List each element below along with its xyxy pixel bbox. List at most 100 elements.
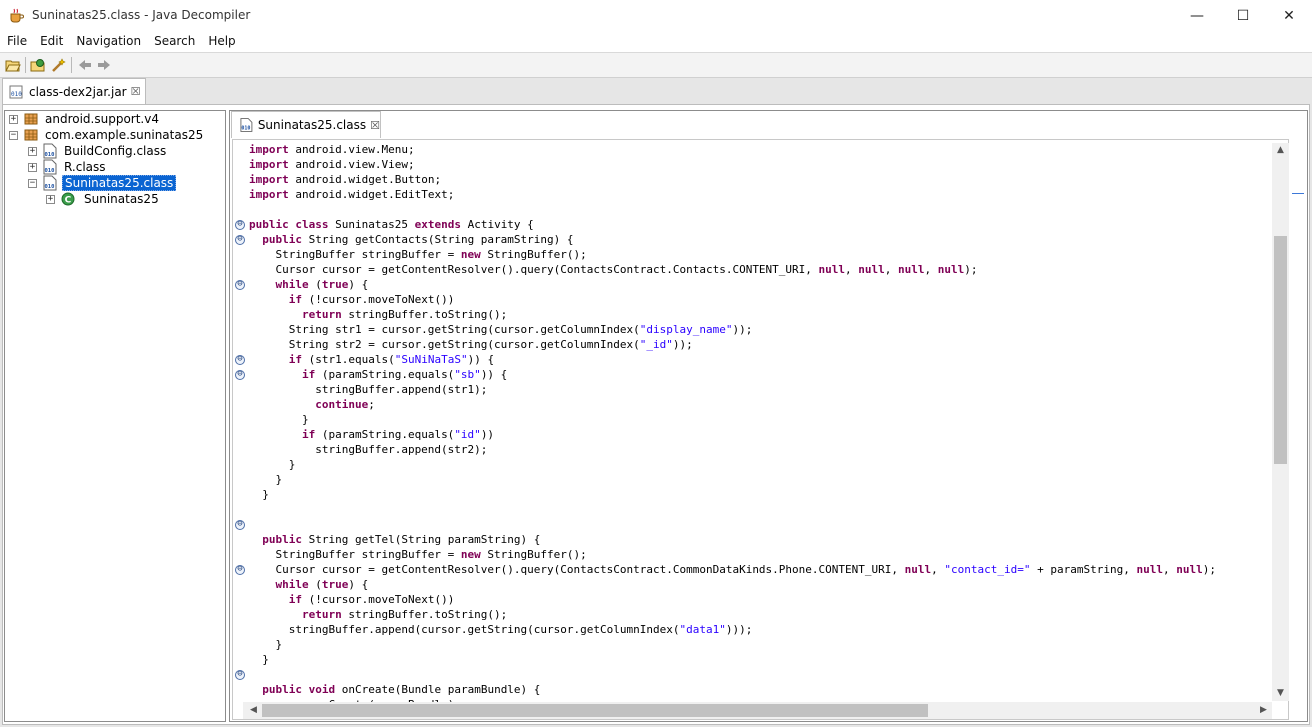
tab-label: Suninatas25.class (257, 118, 367, 132)
expand-icon[interactable]: + (28, 146, 37, 156)
collapse-fold-icon[interactable]: ⊖ (235, 670, 245, 680)
code-line: stringBuffer.append(str2); (249, 443, 488, 456)
tab-suninatas25-class[interactable]: 010 Suninatas25.class ☒ (231, 111, 381, 138)
svg-text:C: C (65, 196, 72, 206)
code-line: if (paramString.equals("id")) (301, 428, 495, 441)
close-button[interactable]: ✕ (1266, 0, 1312, 32)
code-line: if (!cursor.moveToNext()) (288, 293, 455, 306)
coffee-cup-icon (10, 8, 24, 23)
code-line: StringBuffer stringBuffer = new StringBu… (249, 248, 587, 261)
code-line: while (true) { (275, 278, 369, 291)
code-line: } (249, 488, 269, 501)
package-icon (23, 111, 39, 127)
svg-text:010: 010 (45, 184, 55, 190)
back-arrow-icon[interactable] (76, 56, 94, 74)
class-c-icon: C (60, 191, 76, 207)
code-line: String str2 = cursor.getString(cursor.ge… (249, 338, 693, 351)
code-line: return stringBuffer.toString(); (301, 308, 508, 321)
tree-item-label: android.support.v4 (45, 112, 159, 126)
tree-item-label: Suninatas25 (84, 192, 159, 206)
expand-icon[interactable]: + (28, 162, 37, 172)
tree-item-r-class[interactable]: + 010 R.class (28, 159, 108, 175)
tab-close-icon[interactable]: ☒ (370, 119, 380, 132)
code-line: stringBuffer.append(str1); (249, 383, 488, 396)
tree-item-buildconfig[interactable]: + 010 BuildConfig.class (28, 143, 168, 159)
code-line: } (249, 653, 269, 666)
code-line: if (str1.equals("SuNiNaTaS")) { (288, 353, 495, 366)
svg-text:010: 010 (45, 152, 55, 158)
code-view[interactable]: ⊖ ⊖ ⊖ ⊖ ⊖ ⊖ ⊖ ⊖ import android.view.Menu… (232, 139, 1289, 720)
collapse-icon[interactable]: − (28, 178, 37, 188)
tree-item-suninatas25-class[interactable]: − 010 Suninatas25.class (28, 175, 177, 191)
scroll-up-icon[interactable]: ▲ (1274, 145, 1287, 155)
code-line: } (249, 638, 283, 651)
code-line: public String getContacts(String paramSt… (262, 233, 574, 246)
window-title: Suninatas25.class - Java Decompiler (32, 8, 251, 22)
svg-text:010: 010 (11, 91, 22, 98)
vertical-scroll-thumb[interactable] (1274, 236, 1287, 464)
code-line: } (249, 413, 309, 426)
code-line: stringBuffer.append(cursor.getString(cur… (249, 623, 753, 636)
expand-icon[interactable]: + (9, 114, 18, 124)
class-file-icon: 010 (42, 175, 58, 191)
code-line: import android.widget.Button; (249, 173, 442, 186)
expand-icon[interactable]: + (46, 194, 55, 204)
toolbar (0, 52, 1312, 78)
code-line: return stringBuffer.toString(); (301, 608, 508, 621)
package-icon (23, 127, 39, 143)
tree-item-suninatas25[interactable]: + C Suninatas25 (46, 191, 161, 207)
collapse-fold-icon[interactable]: ⊖ (235, 370, 245, 380)
wand-icon[interactable] (50, 56, 68, 74)
tab-label: class-dex2jar.jar (29, 84, 127, 99)
code-line: if (!cursor.moveToNext()) (288, 593, 455, 606)
code-line: public void onCreate(Bundle paramBundle)… (262, 683, 541, 696)
code-line: while (true) { (275, 578, 369, 591)
code-line: import android.widget.EditText; (249, 188, 455, 201)
open-type-icon[interactable] (29, 56, 47, 74)
forward-arrow-icon[interactable] (95, 56, 113, 74)
collapse-fold-icon[interactable]: ⊖ (235, 520, 245, 530)
tree-item-label: com.example.suninatas25 (45, 128, 204, 142)
svg-text:010: 010 (241, 126, 250, 132)
source-code: import android.view.Menu; import android.… (249, 142, 1216, 719)
collapse-fold-icon[interactable]: ⊖ (235, 565, 245, 575)
scroll-right-icon[interactable]: ▶ (1257, 705, 1270, 715)
tree-item-label: BuildConfig.class (64, 144, 167, 158)
code-line: String str1 = cursor.getString(cursor.ge… (249, 323, 753, 336)
menu-navigation[interactable]: Navigation (69, 32, 147, 52)
overview-marker (1292, 193, 1304, 194)
menu-help[interactable]: Help (201, 32, 241, 52)
tree-item-android-support[interactable]: + android.support.v4 (9, 111, 161, 127)
menu-bar: File Edit Navigation Search Help (0, 32, 1312, 52)
code-line: public class Suninatas25 extends Activit… (249, 218, 534, 231)
menu-search[interactable]: Search (147, 32, 201, 52)
class-file-icon: 010 (42, 159, 58, 175)
collapse-icon[interactable]: − (9, 130, 18, 140)
collapse-fold-icon[interactable]: ⊖ (235, 355, 245, 365)
code-line: } (249, 473, 283, 486)
svg-text:010: 010 (45, 168, 55, 174)
collapse-fold-icon[interactable]: ⊖ (235, 220, 245, 230)
fold-gutter: ⊖ ⊖ ⊖ ⊖ ⊖ ⊖ ⊖ ⊖ (233, 140, 247, 702)
scroll-down-icon[interactable]: ▼ (1274, 688, 1287, 698)
tab-close-icon[interactable]: ☒ (131, 85, 141, 98)
class-file-icon: 010 (42, 143, 58, 159)
code-line: Cursor cursor = getContentResolver().que… (249, 563, 1216, 576)
code-line: StringBuffer stringBuffer = new StringBu… (249, 548, 587, 561)
menu-file[interactable]: File (0, 32, 33, 52)
jar-file-icon: 010 (9, 85, 23, 98)
collapse-fold-icon[interactable]: ⊖ (235, 235, 245, 245)
horizontal-scroll-thumb[interactable] (262, 704, 928, 717)
minimize-button[interactable]: — (1174, 0, 1220, 32)
collapse-fold-icon[interactable]: ⊖ (235, 280, 245, 290)
scroll-left-icon[interactable]: ◀ (247, 705, 260, 715)
menu-edit[interactable]: Edit (33, 32, 69, 52)
maximize-button[interactable]: ☐ (1220, 0, 1266, 32)
tab-class-dex2jar[interactable]: 010 class-dex2jar.jar ☒ (2, 78, 146, 104)
tree-item-com-example[interactable]: − com.example.suninatas25 (9, 127, 205, 143)
tree-item-label-selected: Suninatas25.class (62, 175, 177, 191)
open-file-icon[interactable] (4, 56, 22, 74)
